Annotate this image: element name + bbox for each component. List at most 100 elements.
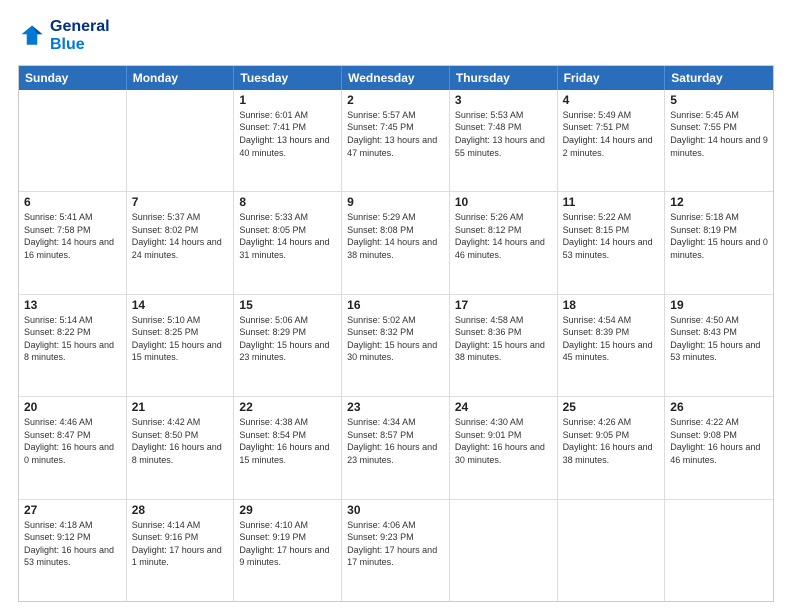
calendar-cell xyxy=(19,90,127,191)
calendar-cell: 27 Sunrise: 4:18 AM Sunset: 9:12 PM Dayli… xyxy=(19,500,127,601)
calendar-header: SundayMondayTuesdayWednesdayThursdayFrid… xyxy=(19,66,773,90)
day-number: 3 xyxy=(455,93,552,107)
calendar-cell: 20Sunrise: 4:46 AM Sunset: 8:47 PM Dayli… xyxy=(19,397,127,498)
weekday-header: Sunday xyxy=(19,66,127,90)
calendar-cell: 17 Sunrise: 4:58 AM Sunset: 8:36 PM Dayli… xyxy=(450,295,558,396)
day-number: 2 xyxy=(347,93,444,107)
cell-info: Sunrise: 5:37 AM Sunset: 8:02 PM Dayligh… xyxy=(132,211,229,261)
cell-info: Sunrise: 4:30 AM Sunset: 9:01 PM Dayligh… xyxy=(455,416,552,466)
day-number: 28 xyxy=(132,503,229,517)
calendar-cell: 13Sunrise: 5:14 AM Sunset: 8:22 PM Dayli… xyxy=(19,295,127,396)
calendar-cell: 25 Sunrise: 4:26 AM Sunset: 9:05 PM Dayli… xyxy=(558,397,666,498)
day-number: 10 xyxy=(455,195,552,209)
day-number: 19 xyxy=(670,298,768,312)
cell-info: Sunrise: 4:58 AM Sunset: 8:36 PM Dayligh… xyxy=(455,314,552,364)
calendar-row: 6Sunrise: 5:41 AM Sunset: 7:58 PM Daylig… xyxy=(19,191,773,293)
calendar-cell: 18Sunrise: 4:54 AM Sunset: 8:39 PM Dayli… xyxy=(558,295,666,396)
day-number: 22 xyxy=(239,400,336,414)
cell-info: Sunrise: 4:14 AM Sunset: 9:16 PM Dayligh… xyxy=(132,519,229,569)
day-number: 21 xyxy=(132,400,229,414)
day-number: 14 xyxy=(132,298,229,312)
day-number: 18 xyxy=(563,298,660,312)
calendar-cell xyxy=(665,500,773,601)
day-number: 6 xyxy=(24,195,121,209)
day-number: 12 xyxy=(670,195,768,209)
cell-info: Sunrise: 5:49 AM Sunset: 7:51 PM Dayligh… xyxy=(563,109,660,159)
calendar-row: 13Sunrise: 5:14 AM Sunset: 8:22 PM Dayli… xyxy=(19,294,773,396)
calendar-cell: 23 Sunrise: 4:34 AM Sunset: 8:57 PM Dayli… xyxy=(342,397,450,498)
cell-info: Sunrise: 4:10 AM Sunset: 9:19 PM Dayligh… xyxy=(239,519,336,569)
calendar-cell: 1Sunrise: 6:01 AM Sunset: 7:41 PM Daylig… xyxy=(234,90,342,191)
logo-text: General Blue xyxy=(50,18,110,55)
cell-info: Sunrise: 5:22 AM Sunset: 8:15 PM Dayligh… xyxy=(563,211,660,261)
calendar-cell: 19Sunrise: 4:50 AM Sunset: 8:43 PM Dayli… xyxy=(665,295,773,396)
calendar-cell: 3 Sunrise: 5:53 AM Sunset: 7:48 PM Daylig… xyxy=(450,90,558,191)
calendar-cell: 15 Sunrise: 5:06 AM Sunset: 8:29 PM Dayli… xyxy=(234,295,342,396)
cell-info: Sunrise: 5:14 AM Sunset: 8:22 PM Dayligh… xyxy=(24,314,121,364)
cell-info: Sunrise: 5:18 AM Sunset: 8:19 PM Dayligh… xyxy=(670,211,768,261)
weekday-header: Wednesday xyxy=(342,66,450,90)
day-number: 26 xyxy=(670,400,768,414)
cell-info: Sunrise: 4:38 AM Sunset: 8:54 PM Dayligh… xyxy=(239,416,336,466)
day-number: 20 xyxy=(24,400,121,414)
calendar: SundayMondayTuesdayWednesdayThursdayFrid… xyxy=(18,65,774,602)
logo-icon xyxy=(18,22,46,50)
cell-info: Sunrise: 4:26 AM Sunset: 9:05 PM Dayligh… xyxy=(563,416,660,466)
calendar-cell: 29 Sunrise: 4:10 AM Sunset: 9:19 PM Dayli… xyxy=(234,500,342,601)
calendar-row: 27 Sunrise: 4:18 AM Sunset: 9:12 PM Dayli… xyxy=(19,499,773,601)
cell-info: Sunrise: 4:42 AM Sunset: 8:50 PM Dayligh… xyxy=(132,416,229,466)
day-number: 4 xyxy=(563,93,660,107)
day-number: 8 xyxy=(239,195,336,209)
calendar-cell: 28 Sunrise: 4:14 AM Sunset: 9:16 PM Dayli… xyxy=(127,500,235,601)
weekday-header: Thursday xyxy=(450,66,558,90)
calendar-cell: 7 Sunrise: 5:37 AM Sunset: 8:02 PM Daylig… xyxy=(127,192,235,293)
day-number: 27 xyxy=(24,503,121,517)
cell-info: Sunrise: 5:29 AM Sunset: 8:08 PM Dayligh… xyxy=(347,211,444,261)
calendar-cell: 16 Sunrise: 5:02 AM Sunset: 8:32 PM Dayli… xyxy=(342,295,450,396)
calendar-cell: 10 Sunrise: 5:26 AM Sunset: 8:12 PM Dayli… xyxy=(450,192,558,293)
cell-info: Sunrise: 4:34 AM Sunset: 8:57 PM Dayligh… xyxy=(347,416,444,466)
day-number: 30 xyxy=(347,503,444,517)
day-number: 9 xyxy=(347,195,444,209)
cell-info: Sunrise: 4:18 AM Sunset: 9:12 PM Dayligh… xyxy=(24,519,121,569)
calendar-cell xyxy=(558,500,666,601)
cell-info: Sunrise: 5:45 AM Sunset: 7:55 PM Dayligh… xyxy=(670,109,768,159)
calendar-cell xyxy=(450,500,558,601)
calendar-cell: 9 Sunrise: 5:29 AM Sunset: 8:08 PM Daylig… xyxy=(342,192,450,293)
calendar-cell xyxy=(127,90,235,191)
cell-info: Sunrise: 5:02 AM Sunset: 8:32 PM Dayligh… xyxy=(347,314,444,364)
calendar-cell: 8Sunrise: 5:33 AM Sunset: 8:05 PM Daylig… xyxy=(234,192,342,293)
day-number: 25 xyxy=(563,400,660,414)
calendar-cell: 5 Sunrise: 5:45 AM Sunset: 7:55 PM Daylig… xyxy=(665,90,773,191)
calendar-cell: 26Sunrise: 4:22 AM Sunset: 9:08 PM Dayli… xyxy=(665,397,773,498)
calendar-cell: 2 Sunrise: 5:57 AM Sunset: 7:45 PM Daylig… xyxy=(342,90,450,191)
cell-info: Sunrise: 5:06 AM Sunset: 8:29 PM Dayligh… xyxy=(239,314,336,364)
calendar-cell: 14 Sunrise: 5:10 AM Sunset: 8:25 PM Dayli… xyxy=(127,295,235,396)
weekday-header: Friday xyxy=(558,66,666,90)
day-number: 15 xyxy=(239,298,336,312)
calendar-cell: 11 Sunrise: 5:22 AM Sunset: 8:15 PM Dayli… xyxy=(558,192,666,293)
day-number: 5 xyxy=(670,93,768,107)
page: General Blue SundayMondayTuesdayWednesda… xyxy=(0,0,792,612)
calendar-cell: 4 Sunrise: 5:49 AM Sunset: 7:51 PM Daylig… xyxy=(558,90,666,191)
day-number: 29 xyxy=(239,503,336,517)
day-number: 17 xyxy=(455,298,552,312)
cell-info: Sunrise: 5:10 AM Sunset: 8:25 PM Dayligh… xyxy=(132,314,229,364)
header: General Blue xyxy=(18,18,774,55)
weekday-header: Tuesday xyxy=(234,66,342,90)
cell-info: Sunrise: 4:06 AM Sunset: 9:23 PM Dayligh… xyxy=(347,519,444,569)
calendar-cell: 24Sunrise: 4:30 AM Sunset: 9:01 PM Dayli… xyxy=(450,397,558,498)
cell-info: Sunrise: 5:57 AM Sunset: 7:45 PM Dayligh… xyxy=(347,109,444,159)
day-number: 16 xyxy=(347,298,444,312)
calendar-cell: 30 Sunrise: 4:06 AM Sunset: 9:23 PM Dayli… xyxy=(342,500,450,601)
calendar-row: 20Sunrise: 4:46 AM Sunset: 8:47 PM Dayli… xyxy=(19,396,773,498)
weekday-header: Saturday xyxy=(665,66,773,90)
calendar-row: 1Sunrise: 6:01 AM Sunset: 7:41 PM Daylig… xyxy=(19,90,773,191)
cell-info: Sunrise: 6:01 AM Sunset: 7:41 PM Dayligh… xyxy=(239,109,336,159)
day-number: 23 xyxy=(347,400,444,414)
calendar-body: 1Sunrise: 6:01 AM Sunset: 7:41 PM Daylig… xyxy=(19,90,773,601)
day-number: 11 xyxy=(563,195,660,209)
cell-info: Sunrise: 5:53 AM Sunset: 7:48 PM Dayligh… xyxy=(455,109,552,159)
cell-info: Sunrise: 5:26 AM Sunset: 8:12 PM Dayligh… xyxy=(455,211,552,261)
day-number: 7 xyxy=(132,195,229,209)
